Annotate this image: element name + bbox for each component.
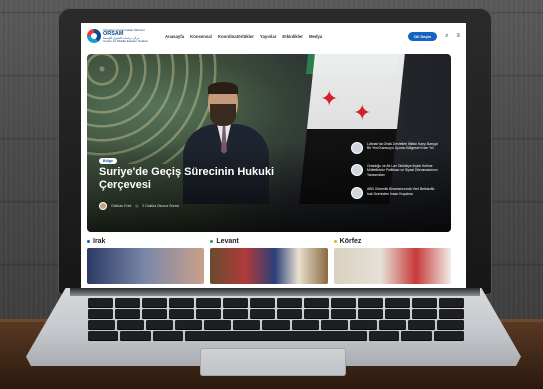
section-image — [87, 248, 205, 284]
side-article-title: Ortadoğu ve Ak Lav Tahkikiye Ilışkin Kel… — [367, 164, 438, 177]
laptop-hinge — [70, 288, 480, 296]
bullet-icon — [333, 239, 337, 243]
site-logo[interactable]: Ortadoğu Araştırmaları Merkezi ORSAM مرك… — [87, 28, 153, 44]
hero-title[interactable]: Suriye'de Geçiş Sürecinin Hukuki Çerçeve… — [99, 166, 299, 191]
article-thumbnail — [351, 187, 363, 200]
region-sections: Irak Levant Körfez — [87, 236, 451, 284]
section-label: Körfez — [339, 237, 362, 245]
menu-icon[interactable]: ≡ — [456, 33, 460, 39]
article-thumbnail — [351, 142, 363, 154]
list-item[interactable]: Ortadoğu ve Ak Lav Tahkikiye Ilışkin Kel… — [351, 164, 441, 177]
side-article-list: Lübnan'da Ortak Devletleri İttifakı Karş… — [351, 142, 441, 209]
clock-icon: ◷ — [135, 204, 139, 208]
laptop-keyboard — [88, 298, 465, 343]
author-name[interactable]: Gökhan Ereli — [111, 204, 131, 208]
section-image — [210, 248, 328, 284]
site-navbar: Ortadoğu Araştırmaları Merkezi ORSAM مرك… — [81, 23, 466, 49]
menu-item-anasayfa[interactable]: Anasayfa — [165, 34, 184, 39]
laptop-screen: Ortadoğu Araştırmaları Merkezi ORSAM مرك… — [81, 23, 466, 289]
bullet-icon — [87, 239, 90, 243]
section-korfez[interactable]: Körfez — [333, 236, 451, 284]
menu-item-konsensal[interactable]: Konsensal — [190, 34, 212, 39]
section-header: Irak — [87, 236, 204, 246]
article-thumbnail — [351, 164, 363, 176]
read-time: 2 Dakika Okuma Süresi — [142, 204, 180, 208]
bullet-icon — [210, 239, 214, 243]
section-image — [333, 248, 451, 284]
search-icon[interactable]: ⌕ — [445, 33, 448, 40]
logo-line3: Center for Middle Eastern Studies — [103, 39, 149, 44]
hero-meta: Gökhan Ereli ◷ 2 Dakika Okuma Süresi — [99, 202, 179, 210]
side-article-title: ABD Güvenlik Binamenızında Yeni Belirsiz… — [367, 187, 436, 196]
laptop-trackpad — [200, 348, 346, 376]
main-menu: Anasayfa Konsensal Koordinatörlükler Yay… — [165, 34, 322, 39]
list-item[interactable]: Lübnan'da Ortak Devletleri İttifakı Karş… — [351, 142, 441, 154]
section-header: Körfez — [333, 236, 451, 246]
flag-star-icon: ✦ — [353, 100, 372, 125]
section-levant[interactable]: Levant — [210, 236, 328, 284]
menu-item-etkinlikler[interactable]: Etkinlikler — [282, 34, 303, 39]
side-article-title: Lübnan'da Ortak Devletleri İttifakı Karş… — [367, 142, 439, 151]
menu-item-medya[interactable]: Medya — [309, 34, 322, 39]
section-irak[interactable]: Irak — [87, 236, 205, 284]
menu-item-koordinatorlukler[interactable]: Koordinatörlükler — [218, 34, 254, 39]
list-item[interactable]: ABD Güvenlik Binamenızında Yeni Belirsiz… — [351, 187, 441, 200]
author-avatar — [99, 202, 107, 210]
language-button[interactable]: Dil Seçin — [408, 31, 438, 41]
logo-text: Ortadoğu Araştırmaları Merkezi ORSAM مرك… — [103, 28, 149, 44]
logo-mark-icon — [87, 29, 101, 43]
category-tag[interactable]: Bölge — [99, 158, 117, 164]
hero-banner[interactable]: ✦ ✦ Bölge Suriye'de Geçiş Sürecinin Huku… — [87, 54, 451, 232]
section-header: Levant — [210, 236, 327, 246]
section-label: Levant — [216, 237, 239, 245]
flag-star-icon: ✦ — [320, 86, 339, 111]
section-label: Irak — [93, 237, 106, 245]
menu-item-yayinlar[interactable]: Yayınlar — [260, 34, 276, 39]
